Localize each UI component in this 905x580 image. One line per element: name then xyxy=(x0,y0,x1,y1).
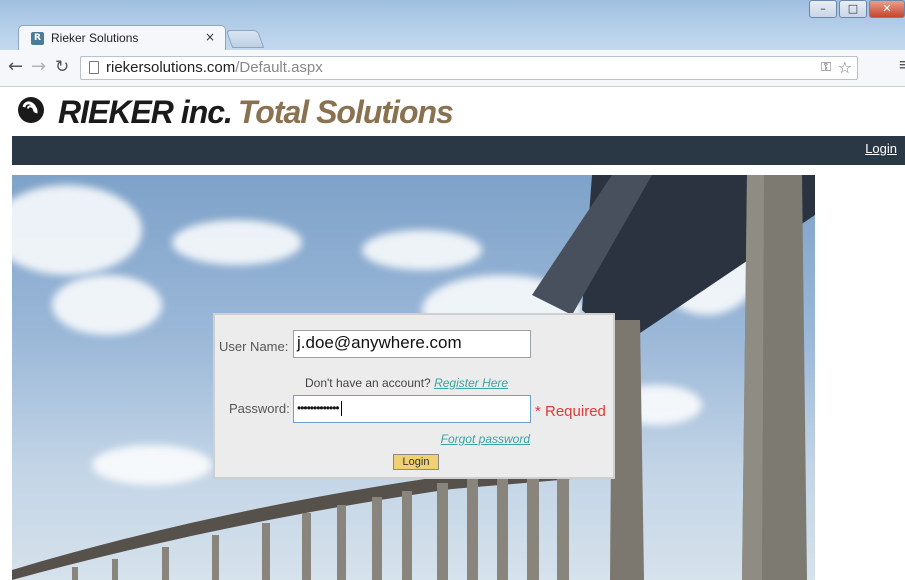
address-bar[interactable]: riekersolutions.com/Default.aspx ⚿ ☆ xyxy=(80,56,858,80)
rieker-logo-icon xyxy=(18,97,44,123)
page-icon xyxy=(89,61,99,74)
password-input[interactable]: ••••••••••••• xyxy=(293,395,531,423)
text-caret xyxy=(340,401,342,417)
password-dots: ••••••••••••• xyxy=(297,401,340,415)
password-value: ••••••••••••• xyxy=(297,401,342,417)
logo-tagline: Total Solutions xyxy=(237,94,454,130)
new-tab-button[interactable] xyxy=(225,30,265,48)
bookmark-star-icon[interactable]: ☆ xyxy=(838,58,852,77)
close-window-button[interactable]: ✕ xyxy=(869,0,905,18)
tab-title: Rieker Solutions xyxy=(51,31,139,45)
required-message: * Required xyxy=(535,403,606,420)
username-label: User Name: xyxy=(219,339,289,354)
register-link[interactable]: Register Here xyxy=(434,376,508,390)
back-arrow-icon[interactable]: ← xyxy=(8,56,23,78)
browser-menu-icon[interactable]: ≡ xyxy=(898,55,905,75)
browser-titlebar: – □ ✕ R Rieker Solutions × xyxy=(0,0,905,50)
nav-login-link[interactable]: Login xyxy=(865,141,897,156)
window-controls: – □ ✕ xyxy=(809,0,905,20)
url-domain: riekersolutions.com xyxy=(106,59,236,76)
username-value: j.doe@anywhere.com xyxy=(297,333,462,352)
username-input[interactable]: j.doe@anywhere.com xyxy=(293,330,531,358)
site-navbar: Login xyxy=(12,136,905,165)
forward-arrow-icon[interactable]: → xyxy=(31,56,46,78)
browser-tab[interactable]: R Rieker Solutions × xyxy=(18,25,226,50)
login-panel: User Name: j.doe@anywhere.com Don't have… xyxy=(213,313,615,479)
maximize-button[interactable]: □ xyxy=(839,0,867,18)
logo-brand: RIEKER inc. xyxy=(58,94,233,130)
url-path: /Default.aspx xyxy=(235,59,323,76)
url-text[interactable]: riekersolutions.com/Default.aspx xyxy=(106,59,323,76)
minimize-button[interactable]: – xyxy=(809,0,837,18)
site-header: RIEKER inc. Total Solutions xyxy=(0,87,905,135)
site-logo: RIEKER inc. Total Solutions xyxy=(58,92,454,132)
tab-close-icon[interactable]: × xyxy=(205,30,215,44)
reload-icon[interactable]: ↻ xyxy=(55,56,69,78)
login-button[interactable]: Login xyxy=(393,454,439,470)
favicon-icon: R xyxy=(31,32,44,45)
forgot-password-link[interactable]: Forgot password xyxy=(441,432,530,446)
key-icon[interactable]: ⚿ xyxy=(821,60,831,75)
browser-toolbar: ← → ↻ riekersolutions.com/Default.aspx ⚿… xyxy=(0,50,905,87)
password-label: Password: xyxy=(229,401,290,416)
signup-prompt: Don't have an account? Register Here xyxy=(305,376,508,390)
signup-text: Don't have an account? xyxy=(305,376,431,390)
